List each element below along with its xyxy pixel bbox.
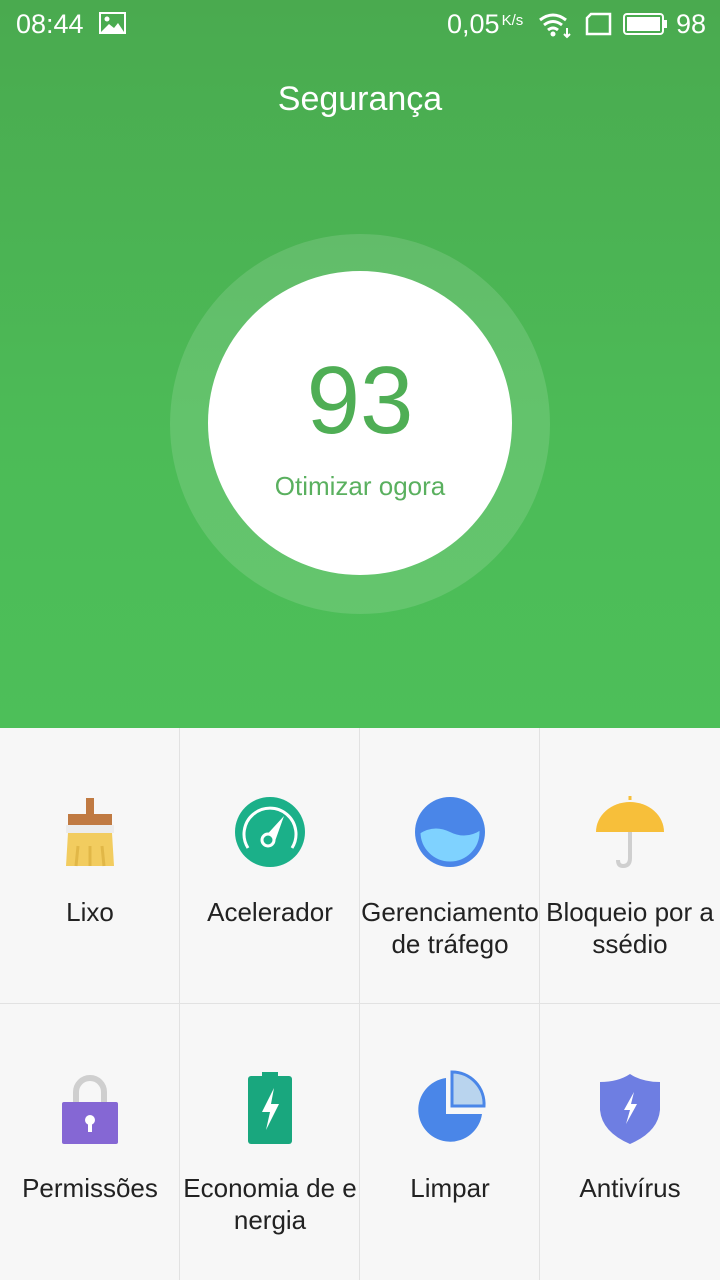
tool-label: Gerenciamento de tráfego — [361, 897, 539, 959]
pie-chart-icon — [417, 1070, 486, 1142]
speedometer-icon — [234, 797, 305, 867]
net-speed: 0,05 K/s — [447, 9, 524, 39]
tool-label: Lixo — [66, 897, 114, 927]
shield-icon — [600, 1074, 660, 1144]
tool-label: Economia de energia — [183, 1173, 357, 1235]
status-bar: 08:44 0,05 K/s 98 — [0, 0, 720, 50]
tool-energy-saving[interactable]: Economia de energia — [180, 1004, 360, 1280]
battery-level: 98 — [676, 9, 707, 39]
tool-label: Acelerador — [207, 897, 333, 927]
tool-label: Permissões — [22, 1173, 158, 1203]
optimize-label: Otimizar ogora — [274, 471, 446, 501]
battery-bolt-icon — [247, 1072, 292, 1144]
battery-icon — [623, 13, 667, 35]
sim-icon — [585, 12, 612, 36]
tool-traffic[interactable]: Gerenciamento de tráfego — [360, 728, 540, 1004]
traffic-globe-icon — [414, 797, 485, 867]
tool-label: Antivírus — [579, 1173, 681, 1203]
page-title: Segurança — [277, 80, 443, 118]
tool-harassment-block[interactable]: Bloqueio por assédio — [540, 728, 720, 1004]
broom-icon — [65, 798, 114, 867]
tool-junk[interactable]: Lixo — [0, 728, 180, 1004]
lock-icon — [61, 1075, 118, 1144]
security-score: 93 — [306, 347, 414, 454]
tool-permissions[interactable]: Permissões — [0, 1004, 180, 1280]
tool-antivirus[interactable]: Antivírus — [540, 1004, 720, 1280]
tool-clean[interactable]: Limpar — [360, 1004, 540, 1280]
optimize-button[interactable]: 93 Otimizar ogora — [208, 271, 512, 575]
status-time: 08:44 — [16, 9, 84, 39]
tools-grid: Lixo Acelerador Gerenciamento de tráfego… — [0, 728, 720, 1280]
tool-label: Bloqueio por assédio — [546, 897, 714, 959]
umbrella-icon — [596, 796, 664, 869]
wifi-icon — [539, 13, 571, 39]
tool-label: Limpar — [410, 1173, 490, 1203]
gallery-icon — [99, 12, 126, 34]
tool-accelerator[interactable]: Acelerador — [180, 728, 360, 1004]
header-area: 08:44 0,05 K/s 98 Segurança 93 Otimizar o… — [0, 0, 720, 728]
